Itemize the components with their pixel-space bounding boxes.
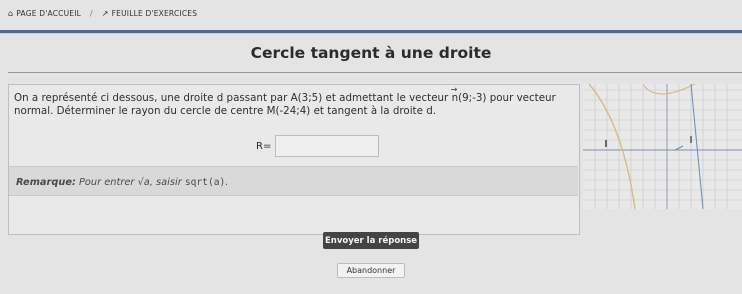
breadcrumb: ⌂ PAGE D'ACCUEIL / ↗ FEUILLE D'EXERCICES <box>8 9 197 18</box>
remark-prefix: Remarque: <box>16 177 76 188</box>
graph-figure <box>583 83 742 210</box>
breadcrumb-sheet-label: FEUILLE D'EXERCICES <box>111 9 198 18</box>
answer-label: R= <box>256 140 272 152</box>
remark-text: Remarque: Pour entrer √a, saisir sqrt(a)… <box>16 177 228 188</box>
breadcrumb-home-link[interactable]: ⌂ PAGE D'ACCUEIL <box>8 9 81 18</box>
remark-code: sqrt(a) <box>184 177 226 188</box>
graph-grid <box>583 84 742 209</box>
submit-button[interactable]: Envoyer la réponse <box>323 232 419 249</box>
sqrt-symbol: √a <box>137 177 150 188</box>
answer-input[interactable] <box>275 135 380 157</box>
header-divider <box>0 33 742 34</box>
breadcrumb-home-label: PAGE D'ACCUEIL <box>16 9 81 18</box>
answer-row: R= <box>256 135 380 157</box>
breadcrumb-separator: / <box>90 9 93 18</box>
question-text: On a représenté ci dessous, une droite d… <box>14 83 579 118</box>
graph-curve-top <box>642 83 696 95</box>
breadcrumb-sheet-link[interactable]: ↗ FEUILLE D'EXERCICES <box>102 9 197 18</box>
remark-suffix: . <box>225 177 229 188</box>
external-link-icon: ↗ <box>101 9 109 18</box>
page-title: Cercle tangent à une droite <box>250 44 492 62</box>
title-divider <box>8 72 742 73</box>
question-line2: normal. Déterminer le rayon du cercle de… <box>14 105 437 117</box>
abandon-button[interactable]: Abandonner <box>337 263 405 278</box>
question-part1: On a représenté ci dessous, une droite d… <box>14 92 452 104</box>
home-icon: ⌂ <box>8 9 14 18</box>
remark-text2: , saisir <box>149 177 185 188</box>
remark-text1: Pour entrer <box>75 177 138 188</box>
normal-vector: n <box>451 83 458 105</box>
graph-svg <box>583 83 742 210</box>
question-part2: (9;-3) pour vecteur <box>458 92 556 104</box>
